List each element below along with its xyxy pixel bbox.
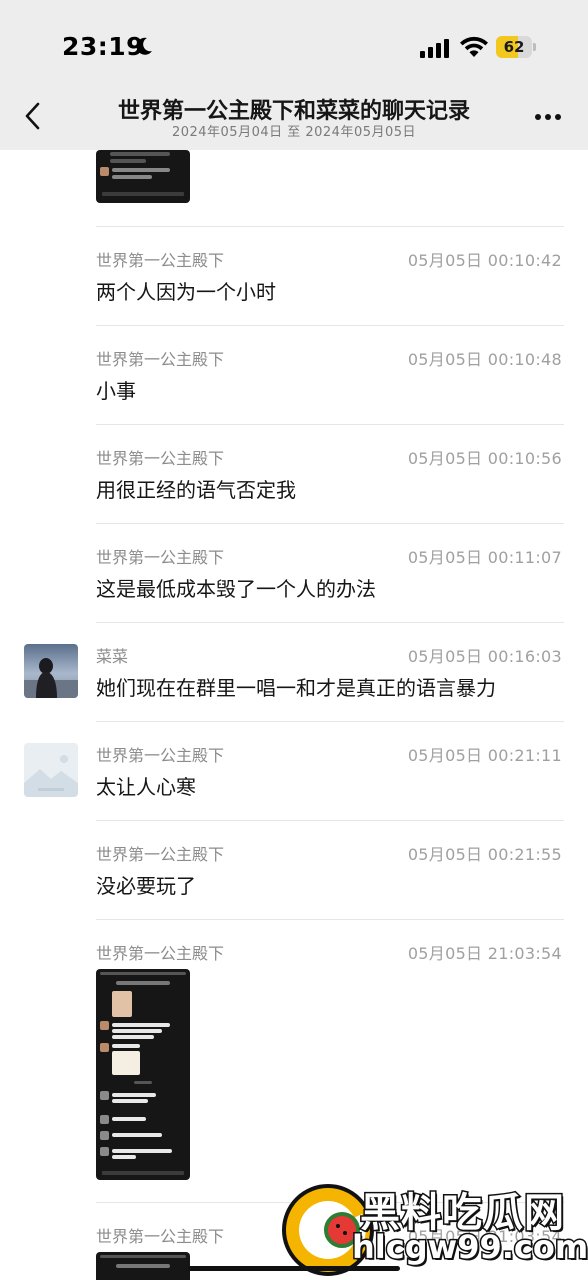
more-dots-icon[interactable] (534, 112, 562, 122)
chat-message[interactable]: 世界第一公主殿下 05月05日 00:11:07 这是最低成本毁了一个人的办法 (0, 523, 588, 622)
message-time: 05月05日 00:11:07 (407, 548, 562, 567)
chat-history-list[interactable]: 世界第一公主殿下 05月05日 00:10:42 两个人因为一个小时 世界第一公… (0, 150, 588, 1280)
cellular-signal-icon (420, 39, 449, 58)
sender-name: 世界第一公主殿下 (96, 746, 225, 765)
chat-screenshot-thumbnail[interactable] (96, 1252, 190, 1280)
chat-message[interactable]: 世界第一公主殿下 05月05日 00:10:56 用很正经的语气否定我 (0, 424, 588, 523)
sender-name: 世界第一公主殿下 (96, 944, 225, 963)
nav-bar: 世界第一公主殿下和菜菜的聊天记录 2024年05月04日 至 2024年05月0… (0, 92, 588, 150)
message-time: 05月05日 21:03:54 (407, 944, 562, 963)
sender-name: 世界第一公主殿下 (96, 845, 225, 864)
chat-message[interactable]: 世界第一公主殿下 05月05日 00:21:55 没必要玩了 (0, 820, 588, 919)
chat-message[interactable]: 世界第一公主殿下 05月05日 00:21:11 太让人心寒 (0, 721, 588, 820)
message-text: 小事 (96, 379, 136, 403)
message-time: 05月05日 00:21:55 (407, 845, 562, 864)
message-text: 她们现在在群里一唱一和才是真正的语言暴力 (96, 676, 496, 700)
message-text: 这是最低成本毁了一个人的办法 (96, 577, 376, 601)
message-text: 太让人心寒 (96, 775, 196, 799)
chat-message[interactable]: 世界第一公主殿下 05月05日 21:03:54 (0, 919, 588, 1202)
moon-icon (136, 37, 152, 55)
message-time: 05月05日 00:10:42 (407, 251, 562, 270)
watermark-url: hlcgw99.com (350, 1227, 588, 1268)
sender-name: 世界第一公主殿下 (96, 449, 225, 468)
date-range: 2024年05月04日 至 2024年05月05日 (171, 125, 417, 140)
message-text: 没必要玩了 (96, 874, 196, 898)
placeholder-avatar[interactable] (24, 743, 78, 797)
chat-message[interactable]: 世界第一公主殿下 05月05日 00:10:48 小事 (0, 325, 588, 424)
message-text: 两个人因为一个小时 (96, 280, 276, 304)
sender-name: 世界第一公主殿下 (96, 1227, 225, 1246)
battery-percent: 62 (503, 38, 525, 56)
photo-avatar[interactable] (24, 644, 78, 698)
home-indicator[interactable] (188, 1266, 400, 1271)
message-time: 05月05日 00:21:11 (407, 746, 562, 765)
sender-name: 世界第一公主殿下 (96, 548, 225, 567)
chat-screenshot-thumbnail[interactable] (96, 969, 190, 1180)
sender-name: 世界第一公主殿下 (96, 350, 225, 369)
message-time: 05月05日 00:10:48 (407, 350, 562, 369)
sender-name: 世界第一公主殿下 (96, 251, 225, 270)
message-time: 05月05日 00:10:56 (407, 449, 562, 468)
message-text: 用很正经的语气否定我 (96, 478, 296, 502)
message-time: 05月05日 00:16:03 (407, 647, 562, 666)
wifi-icon (460, 36, 488, 57)
chat-screenshot-thumbnail[interactable] (96, 150, 190, 203)
battery-indicator: 62 (496, 36, 536, 58)
status-bar: 23:19 62 (0, 0, 588, 92)
chevron-left-icon[interactable] (20, 100, 46, 132)
chat-message[interactable]: 世界第一公主殿下 05月05日 00:10:42 两个人因为一个小时 (0, 226, 588, 325)
status-time: 23:19 (62, 32, 145, 61)
sender-name: 菜菜 (96, 647, 129, 666)
chat-message[interactable]: 菜菜 05月05日 00:16:03 她们现在在群里一唱一和才是真正的语言暴力 (0, 622, 588, 721)
